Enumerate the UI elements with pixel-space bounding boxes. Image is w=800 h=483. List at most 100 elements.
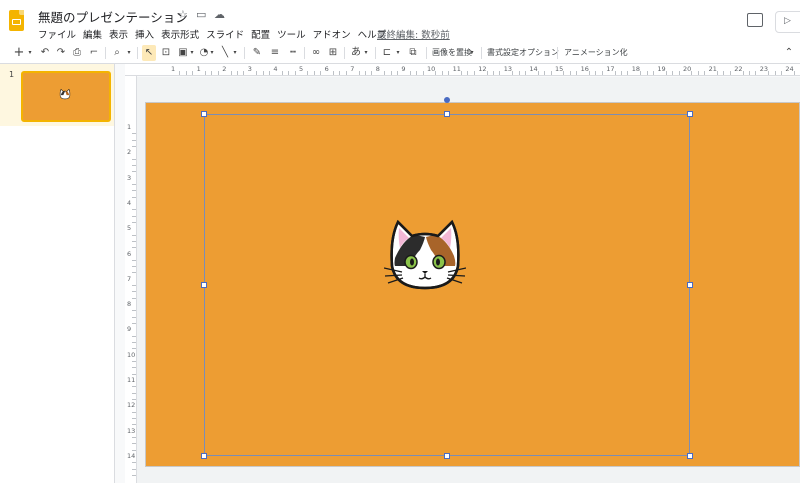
ruler-h-tick — [281, 71, 283, 75]
insert-image-icon[interactable]: ▣ — [177, 45, 189, 61]
ruler-h-tick — [320, 71, 322, 75]
slides-logo-icon[interactable] — [9, 10, 24, 31]
ruler-h-tick — [742, 71, 744, 75]
resize-handle-nw[interactable] — [201, 111, 207, 117]
ruler-h-label: 11 — [452, 65, 461, 73]
resize-handle-sw[interactable] — [201, 453, 207, 459]
ruler-v-tick — [132, 348, 136, 350]
paint-format-icon[interactable]: ⌐ — [88, 45, 100, 61]
ruler-h-tick — [653, 71, 654, 75]
line-dropdown-icon[interactable]: ▾ — [232, 45, 238, 61]
resize-handle-s[interactable] — [444, 453, 450, 459]
present-button[interactable]: ▷ — [775, 11, 800, 33]
ruler-v-tick — [132, 247, 136, 249]
ruler-h-label: 9 — [401, 65, 406, 73]
vertical-ruler[interactable]: 1 2 3 4 5 6 7 8 9 10 11 12 13 14 — [125, 76, 137, 483]
zoom-icon[interactable]: ⌕ — [111, 45, 123, 61]
ruler-h-label: 6 — [324, 65, 329, 73]
menu-file[interactable]: ファイル — [38, 27, 80, 41]
zoom-dropdown-icon[interactable]: ▾ — [125, 45, 133, 61]
line-icon[interactable]: ╲ — [219, 45, 231, 61]
menu-view[interactable]: 表示 — [109, 27, 132, 41]
menu-edit[interactable]: 編集 — [83, 27, 106, 41]
ruler-v-tick — [132, 417, 136, 419]
ruler-v-tick — [132, 145, 136, 147]
ruler-v-tick — [132, 367, 136, 369]
ruler-v-tick — [132, 342, 136, 344]
ruler-v-tick — [132, 468, 136, 470]
calico-cat-image[interactable] — [384, 216, 466, 292]
new-slide-dropdown-icon[interactable]: ▾ — [26, 45, 34, 61]
ruler-h-tick — [205, 71, 206, 75]
resize-handle-w[interactable] — [201, 282, 207, 288]
ruler-v-label: 1 — [127, 123, 132, 131]
slide-thumbnail[interactable] — [21, 71, 111, 122]
undo-icon[interactable]: ↶ — [39, 45, 51, 61]
ruler-v-tick — [132, 373, 136, 375]
ruler-v-tick — [132, 424, 136, 426]
ruler-h-tick — [627, 71, 629, 75]
border-dash-icon[interactable]: ┅ — [287, 45, 299, 61]
text-box-icon[interactable]: ⊡ — [160, 45, 172, 61]
crop-icon[interactable]: ⊏ — [381, 45, 393, 61]
select-cursor-icon[interactable]: ↖ — [142, 45, 156, 61]
redo-icon[interactable]: ↷ — [55, 45, 67, 61]
animate-button[interactable]: アニメーション化 — [564, 45, 628, 61]
ruler-h-tick — [179, 71, 181, 75]
replace-image-dropdown-icon[interactable]: ▾ — [469, 45, 475, 61]
ruler-h-tick — [493, 71, 494, 75]
image-dropdown-icon[interactable]: ▾ — [189, 45, 195, 61]
cloud-status-icon[interactable]: ☁ — [214, 8, 225, 21]
ruler-h-tick — [614, 71, 616, 75]
ruler-h-tick — [397, 71, 398, 75]
move-folder-icon[interactable]: ▭ — [196, 8, 206, 21]
menu-tools[interactable]: ツール — [277, 27, 310, 41]
input-tools-dropdown-icon[interactable]: ▾ — [363, 45, 369, 61]
ruler-h-label: 19 — [657, 65, 666, 73]
border-weight-icon[interactable]: ≡ — [269, 45, 281, 61]
border-color-icon[interactable]: ✎ — [251, 45, 263, 61]
resize-handle-n[interactable] — [444, 111, 450, 117]
ruler-v-label: 9 — [127, 325, 132, 334]
resize-handle-ne[interactable] — [687, 111, 693, 117]
link-icon[interactable]: ∞ — [310, 45, 322, 61]
shape-dropdown-icon[interactable]: ▾ — [209, 45, 215, 61]
ruler-h-label: 3 — [247, 65, 252, 73]
star-icon[interactable]: ☆ — [178, 8, 188, 21]
ruler-h-tick — [441, 71, 443, 75]
ruler-v-tick — [132, 221, 136, 223]
format-options-button[interactable]: 書式設定オプション — [487, 45, 559, 61]
replace-image-button[interactable]: 画像を置換 — [432, 45, 472, 61]
ruler-h-label: 18 — [631, 65, 641, 73]
rotate-handle[interactable] — [444, 97, 450, 103]
ruler-h-tick — [499, 71, 501, 75]
add-comment-icon[interactable]: ⊞ — [327, 45, 339, 61]
filmstrip-slide-row[interactable]: 1 — [0, 64, 114, 126]
reset-image-icon[interactable]: ⧉ — [406, 45, 420, 61]
print-icon[interactable]: ⎙ — [71, 45, 83, 61]
ruler-h-tick — [691, 71, 693, 75]
last-edit-link[interactable]: 最終編集: 数秒前 — [377, 27, 450, 41]
ruler-h-tick — [345, 71, 347, 75]
comment-history-icon[interactable] — [747, 13, 763, 27]
ruler-v-label: 13 — [127, 426, 136, 435]
menu-arrange[interactable]: 配置 — [251, 27, 274, 41]
mask-dropdown-icon[interactable]: ▾ — [395, 45, 401, 61]
menu-format[interactable]: 表示形式 — [161, 27, 203, 41]
ruler-h-label: 1 — [196, 65, 201, 73]
document-title[interactable]: 無題のプレゼンテーション — [38, 7, 188, 26]
menu-insert[interactable]: 挿入 — [135, 27, 158, 41]
resize-handle-e[interactable] — [687, 282, 693, 288]
ruler-h-label: 14 — [529, 65, 538, 73]
input-tools-button[interactable]: あ — [350, 45, 362, 61]
resize-handle-se[interactable] — [687, 453, 693, 459]
menu-slide[interactable]: スライド — [206, 27, 248, 41]
ruler-h-tick — [781, 71, 782, 75]
ruler-h-tick — [256, 71, 258, 75]
ruler-v-tick — [132, 171, 136, 173]
horizontal-ruler[interactable]: 1 1 2 3 4 5 6 7 8 9 10 11 12 13 14 15 16 17 18 19 20 21 22 23 24… — [125, 64, 800, 76]
ruler-h-label: 21 — [708, 65, 717, 73]
menu-addons[interactable]: アドオン — [313, 27, 355, 41]
collapse-toolbar-icon[interactable]: ⌃ — [784, 45, 794, 61]
ruler-v-tick — [132, 158, 136, 160]
